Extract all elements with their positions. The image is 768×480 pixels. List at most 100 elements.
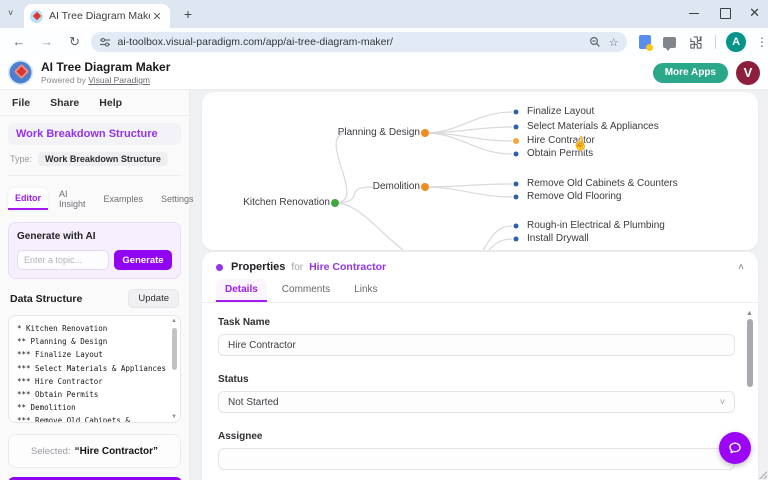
data-structure-text: * Kitchen Renovation ** Planning & Desig… bbox=[17, 322, 164, 423]
leaf-dot[interactable] bbox=[514, 237, 519, 242]
powered-by-prefix: Powered by bbox=[41, 75, 86, 85]
browser-tabstrip: ˅ AI Tree Diagram Maker ✕ + ✕ bbox=[0, 0, 768, 28]
node-rough-in[interactable]: Rough-in Electrical & Plumbing bbox=[527, 220, 665, 231]
tab-ai-insight[interactable]: AI Insight bbox=[52, 184, 93, 214]
node-remove-cabinets[interactable]: Remove Old Cabinets & Counters bbox=[527, 178, 678, 189]
type-value: Work Breakdown Structure bbox=[38, 152, 168, 166]
leaf-dot[interactable] bbox=[514, 195, 519, 200]
scroll-down-icon[interactable]: ▼ bbox=[170, 414, 178, 420]
comment-extension-icon[interactable] bbox=[663, 37, 676, 48]
properties-title: Properties bbox=[231, 261, 285, 273]
url-text: ai-toolbox.visual-paradigm.com/app/ai-tr… bbox=[117, 36, 588, 48]
document-title[interactable]: Work Breakdown Structure bbox=[8, 123, 181, 145]
sidebar: File Share Help Work Breakdown Structure… bbox=[0, 90, 190, 480]
assignee-input[interactable] bbox=[218, 448, 735, 470]
data-structure-heading: Data Structure bbox=[10, 293, 82, 305]
generate-ai-panel: Generate with AI Generate bbox=[8, 222, 181, 279]
menu-help[interactable]: Help bbox=[99, 97, 122, 109]
node-planning-design[interactable]: Planning & Design bbox=[338, 127, 420, 138]
root-dot[interactable] bbox=[331, 199, 339, 207]
leaf-dot[interactable] bbox=[514, 224, 519, 229]
scroll-thumb[interactable] bbox=[172, 328, 177, 370]
branch-dot-demolition[interactable] bbox=[421, 183, 429, 191]
tab-details[interactable]: Details bbox=[216, 279, 267, 302]
new-tab-button[interactable]: + bbox=[180, 7, 196, 23]
window-maximize-button[interactable] bbox=[719, 7, 731, 19]
task-name-input[interactable] bbox=[218, 334, 735, 356]
tab-title: AI Tree Diagram Maker bbox=[49, 10, 150, 22]
node-install-drywall[interactable]: Install Drywall bbox=[527, 233, 589, 244]
generate-button[interactable]: Generate bbox=[114, 250, 172, 270]
menu-bar: File Share Help bbox=[0, 90, 189, 116]
tree-links bbox=[202, 92, 758, 250]
window-minimize-button[interactable] bbox=[689, 7, 701, 19]
tab-links[interactable]: Links bbox=[345, 279, 386, 302]
site-settings-icon[interactable] bbox=[99, 36, 111, 48]
scroll-thumb[interactable] bbox=[747, 319, 753, 387]
chevron-down-icon: ˅ bbox=[720, 397, 725, 407]
type-label: Type: bbox=[10, 154, 32, 164]
node-remove-flooring[interactable]: Remove Old Flooring bbox=[527, 191, 621, 202]
scroll-up-icon[interactable]: ▲ bbox=[745, 310, 754, 317]
app-title: AI Tree Diagram Maker bbox=[41, 60, 170, 74]
tab-search-icon[interactable]: ˅ bbox=[8, 8, 13, 18]
visual-paradigm-link[interactable]: Visual Paradigm bbox=[88, 75, 150, 85]
app-logo-icon bbox=[8, 60, 33, 85]
browser-profile-avatar[interactable]: A bbox=[726, 32, 746, 52]
screen: ˅ AI Tree Diagram Maker ✕ + ✕ ← → ↻ ai-t… bbox=[0, 0, 768, 480]
reload-icon[interactable]: ↻ bbox=[66, 33, 84, 51]
tab-examples[interactable]: Examples bbox=[97, 189, 151, 209]
tab-comments[interactable]: Comments bbox=[273, 279, 339, 302]
node-kitchen-renovation[interactable]: Kitchen Renovation bbox=[243, 197, 330, 208]
mouse-cursor-icon: ☝ bbox=[571, 134, 590, 153]
window-close-button[interactable]: ✕ bbox=[749, 7, 760, 19]
powered-by: Powered by Visual Paradigm bbox=[41, 75, 170, 85]
tab-editor[interactable]: Editor bbox=[8, 188, 48, 210]
status-select[interactable]: Not Started ˅ bbox=[218, 391, 735, 413]
selected-value: “Hire Contractor” bbox=[75, 446, 158, 457]
user-avatar[interactable]: V bbox=[736, 61, 760, 85]
browser-menu-icon[interactable]: ⋮ bbox=[756, 35, 768, 49]
status-value: Not Started bbox=[228, 397, 279, 408]
node-demolition[interactable]: Demolition bbox=[373, 181, 420, 192]
topic-input[interactable] bbox=[17, 250, 109, 270]
editor-scrollbar[interactable]: ▲ ▼ bbox=[170, 318, 178, 420]
more-apps-button[interactable]: More Apps bbox=[653, 63, 728, 83]
app-header: AI Tree Diagram Maker Powered by Visual … bbox=[0, 56, 768, 90]
leaf-dot[interactable] bbox=[514, 182, 519, 187]
properties-target: Hire Contractor bbox=[309, 261, 386, 273]
leaf-dot[interactable] bbox=[514, 152, 519, 157]
update-button[interactable]: Update bbox=[128, 289, 179, 308]
diagram-canvas[interactable]: Kitchen Renovation Planning & Design Dem… bbox=[202, 92, 758, 250]
forward-icon[interactable]: → bbox=[38, 33, 56, 51]
chat-fab-button[interactable] bbox=[719, 432, 751, 464]
browser-toolbar: ← → ↻ ai-toolbox.visual-paradigm.com/app… bbox=[0, 28, 768, 56]
window-resize-handle[interactable] bbox=[759, 471, 767, 479]
extension-blue-icon[interactable] bbox=[639, 35, 652, 49]
collapse-panel-icon[interactable]: ˄ bbox=[738, 262, 744, 273]
address-bar[interactable]: ai-toolbox.visual-paradigm.com/app/ai-tr… bbox=[91, 32, 626, 52]
back-icon[interactable]: ← bbox=[10, 33, 28, 51]
node-finalize-layout[interactable]: Finalize Layout bbox=[527, 106, 594, 117]
leaf-dot[interactable] bbox=[514, 125, 519, 130]
leaf-dot-selected[interactable] bbox=[513, 138, 519, 144]
leaf-dot[interactable] bbox=[514, 110, 519, 115]
properties-panel: Properties for Hire Contractor ˄ Details… bbox=[202, 252, 758, 480]
generate-ai-title: Generate with AI bbox=[17, 231, 172, 242]
tab-favicon-icon bbox=[30, 10, 43, 23]
node-select-materials[interactable]: Select Materials & Appliances bbox=[527, 121, 659, 132]
assignee-label: Assignee bbox=[218, 431, 726, 442]
menu-file[interactable]: File bbox=[12, 97, 30, 109]
menu-share[interactable]: Share bbox=[50, 97, 79, 109]
sidebar-divider bbox=[8, 175, 181, 176]
branch-dot-planning[interactable] bbox=[421, 129, 429, 137]
properties-for-label: for bbox=[291, 262, 303, 273]
bookmark-star-icon[interactable]: ☆ bbox=[609, 36, 619, 49]
scroll-up-icon[interactable]: ▲ bbox=[170, 318, 178, 324]
extensions-puzzle-icon[interactable] bbox=[688, 35, 703, 50]
tab-close-icon[interactable]: ✕ bbox=[150, 9, 164, 23]
selected-label: Selected: bbox=[31, 446, 71, 457]
browser-tab[interactable]: AI Tree Diagram Maker ✕ bbox=[24, 4, 170, 28]
data-structure-editor[interactable]: * Kitchen Renovation ** Planning & Desig… bbox=[8, 315, 181, 423]
zoom-out-icon[interactable] bbox=[589, 36, 601, 48]
